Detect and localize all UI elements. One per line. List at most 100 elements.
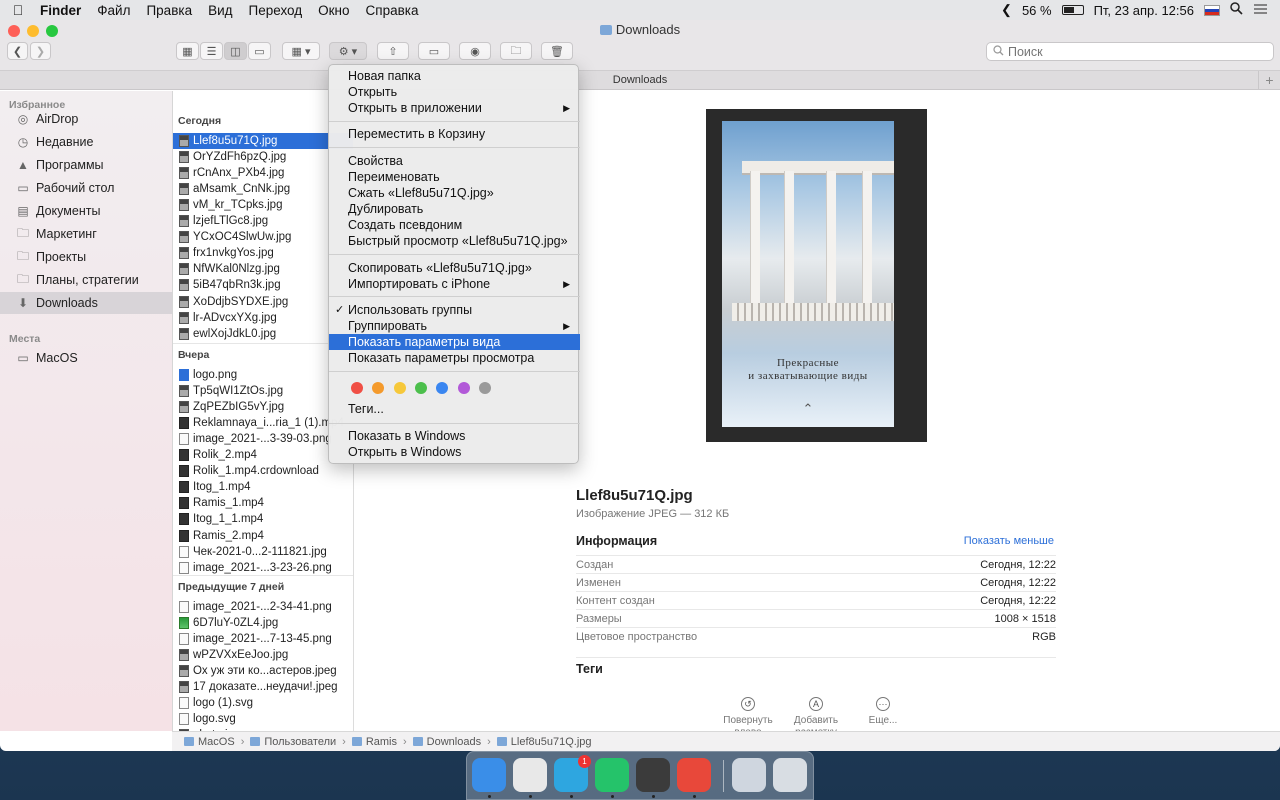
tag-color-dot[interactable] <box>414 382 427 394</box>
file-row[interactable]: Ох уж эти ко...астеров.jpeg <box>173 663 353 679</box>
path-item[interactable]: MacOS <box>184 736 235 748</box>
file-row[interactable]: logo (1).svg <box>173 695 353 711</box>
menu-view[interactable]: Вид <box>200 3 240 18</box>
sidebar-item-4[interactable]: ▭ Рабочий стол <box>0 177 172 199</box>
menu-go[interactable]: Переход <box>241 3 311 18</box>
sidebar-item-3[interactable]: ▲ Программы <box>0 154 172 176</box>
context-menu-item[interactable]: Скопировать «Llef8u5u71Q.jpg» <box>329 260 580 276</box>
show-less-link[interactable]: Показать меньше <box>874 535 1054 547</box>
file-row[interactable]: image_2021-...3-39-03.png <box>173 431 353 447</box>
file-row[interactable]: NfWKal0Nlzg.jpg <box>173 261 353 277</box>
file-row[interactable]: logo.svg <box>173 711 353 727</box>
context-menu-item[interactable]: Дублировать <box>329 201 580 217</box>
sidebar-item-1[interactable]: ◎ AirDrop <box>0 108 172 130</box>
file-row[interactable]: Tp5qWI1ZtOs.jpg <box>173 383 353 399</box>
tag-color-dot[interactable] <box>457 382 470 394</box>
context-menu-item[interactable]: Переименовать <box>329 169 580 185</box>
menu-help[interactable]: Справка <box>358 3 427 18</box>
file-row[interactable]: image_2021-...7-13-45.png <box>173 631 353 647</box>
tag-color-dot[interactable] <box>436 382 449 394</box>
context-menu-item[interactable]: Быстрый просмотр «Llef8u5u71Q.jpg» <box>329 233 580 249</box>
battery-icon[interactable] <box>1061 5 1084 15</box>
file-row[interactable]: Чек-2021-0...2-111821.jpg <box>173 544 353 560</box>
context-menu-item[interactable]: Показать параметры вида <box>329 334 580 350</box>
context-menu-item[interactable]: Показать параметры просмотра <box>329 350 580 366</box>
quick-action-button[interactable]: ··· Еще... <box>848 697 918 727</box>
context-menu-item[interactable]: Создать псевдоним <box>329 217 580 233</box>
control-center-icon[interactable] <box>1253 3 1268 18</box>
forward-button[interactable]: ❯ <box>30 42 51 60</box>
dock-app-preview-icon[interactable] <box>732 758 766 792</box>
view-icons-button[interactable]: ▦ <box>176 42 199 60</box>
dock-app-chrome-icon[interactable] <box>513 758 547 792</box>
path-item[interactable]: Downloads <box>412 736 481 748</box>
file-row[interactable]: vM_kr_TCpks.jpg <box>173 197 353 213</box>
file-row[interactable]: lr-ADvcxYXg.jpg <box>173 310 353 326</box>
file-row[interactable]: Reklamnaya_i...ria_1 (1).mp4 <box>173 415 353 431</box>
context-menu-item[interactable]: Группировать ▶ <box>329 318 580 334</box>
menu-file[interactable]: Файл <box>89 3 138 18</box>
file-row[interactable]: Ramis_1.mp4 <box>173 495 353 511</box>
context-menu-item[interactable]: Открыть в приложении ▶ <box>329 100 580 116</box>
clock-text[interactable]: Пт, 23 апр. 12:56 <box>1094 3 1194 18</box>
quicklook-button[interactable]: ◉ <box>459 42 491 60</box>
action-gear-button[interactable]: ⚙ ▾ <box>329 42 367 60</box>
file-row[interactable]: 5iB47qbRn3k.jpg <box>173 277 353 293</box>
sidebar-item-9[interactable]: ⬇ Downloads <box>0 292 172 314</box>
file-row[interactable]: 17 доказате...неудачи!.jpeg <box>173 679 353 695</box>
context-menu-item[interactable]: Новая папка <box>329 68 580 84</box>
new-tab-button[interactable]: + <box>1258 71 1280 90</box>
tag-color-dot[interactable] <box>478 382 491 394</box>
context-menu-item[interactable]: Свойства <box>329 153 580 169</box>
file-row[interactable]: lzjefLTlGc8.jpg <box>173 213 353 229</box>
context-menu-item[interactable]: Теги... <box>329 401 580 417</box>
group-button[interactable]: ▦ ▾ <box>282 42 320 60</box>
file-row[interactable]: logo.png <box>173 367 353 383</box>
back-button[interactable]: ❮ <box>7 42 28 60</box>
file-row[interactable]: aMsamk_CnNk.jpg <box>173 181 353 197</box>
file-row[interactable]: rCnAnx_PXb4.jpg <box>173 165 353 181</box>
tag-color-dot[interactable] <box>372 382 385 394</box>
context-menu-item[interactable]: Открыть в Windows <box>329 444 580 460</box>
file-row[interactable]: Llef8u5u71Q.jpg <box>173 133 353 149</box>
file-row[interactable]: Itog_1.mp4 <box>173 479 353 495</box>
sidebar-place-1[interactable]: ▭ MacOS <box>0 347 172 369</box>
sidebar-item-7[interactable]: 🗀 Проекты <box>0 246 172 268</box>
trash-button[interactable]: 🗑 <box>541 42 573 60</box>
dock-app-whatsapp-icon[interactable] <box>595 758 629 792</box>
context-menu-item[interactable]: Показать в Windows <box>329 428 580 444</box>
input-source-flag-icon[interactable] <box>1204 4 1220 16</box>
context-menu-item[interactable]: Импортировать с iPhone ▶ <box>329 276 580 292</box>
search-input[interactable] <box>1008 44 1248 59</box>
sidebar-item-8[interactable]: 🗀 Планы, стратегии <box>0 269 172 291</box>
menu-finder[interactable]: Finder <box>36 3 89 18</box>
view-gallery-button[interactable]: ▭ <box>248 42 271 60</box>
context-menu-item[interactable]: ✓ Использовать группы <box>329 302 580 318</box>
file-row[interactable]: ewlXojJdkL0.jpg <box>173 326 353 342</box>
share-button[interactable]: ⇧ <box>377 42 409 60</box>
file-row[interactable]: Rolik_1.mp4.crdownload <box>173 463 353 479</box>
sidebar-item-2[interactable]: ◷ Недавние <box>0 131 172 153</box>
search-field[interactable] <box>986 42 1274 61</box>
sidebar-item-5[interactable]: ▤ Документы <box>0 200 172 222</box>
file-row[interactable]: 6D7luY-0ZL4.jpg <box>173 615 353 631</box>
status-chevron-icon[interactable]: ❮ <box>1001 2 1012 18</box>
file-row[interactable]: OrYZdFh6pzQ.jpg <box>173 149 353 165</box>
file-row[interactable]: ZqPEZbIG5vY.jpg <box>173 399 353 415</box>
dock-app-finder-icon[interactable] <box>472 758 506 792</box>
dock-app-sublime-icon[interactable] <box>636 758 670 792</box>
dock-app-trash-icon[interactable] <box>773 758 807 792</box>
sidebar-item-6[interactable]: 🗀 Маркетинг <box>0 223 172 245</box>
view-list-button[interactable]: ☰ <box>200 42 223 60</box>
new-folder-button[interactable]: 🗀 <box>500 42 532 60</box>
path-item[interactable]: Llef8u5u71Q.jpg <box>496 736 592 748</box>
path-item[interactable]: Пользователи <box>250 736 336 748</box>
file-row[interactable]: Rolik_2.mp4 <box>173 447 353 463</box>
tag-color-dot[interactable] <box>351 382 363 394</box>
context-menu-item[interactable]: Сжать «Llef8u5u71Q.jpg» <box>329 185 580 201</box>
menu-edit[interactable]: Правка <box>138 3 200 18</box>
context-menu-item[interactable]: Открыть <box>329 84 580 100</box>
file-row[interactable]: image_2021-...3-23-26.png <box>173 560 353 576</box>
file-row[interactable]: YCxOC4SlwUw.jpg <box>173 229 353 245</box>
menu-window[interactable]: Окно <box>310 3 357 18</box>
